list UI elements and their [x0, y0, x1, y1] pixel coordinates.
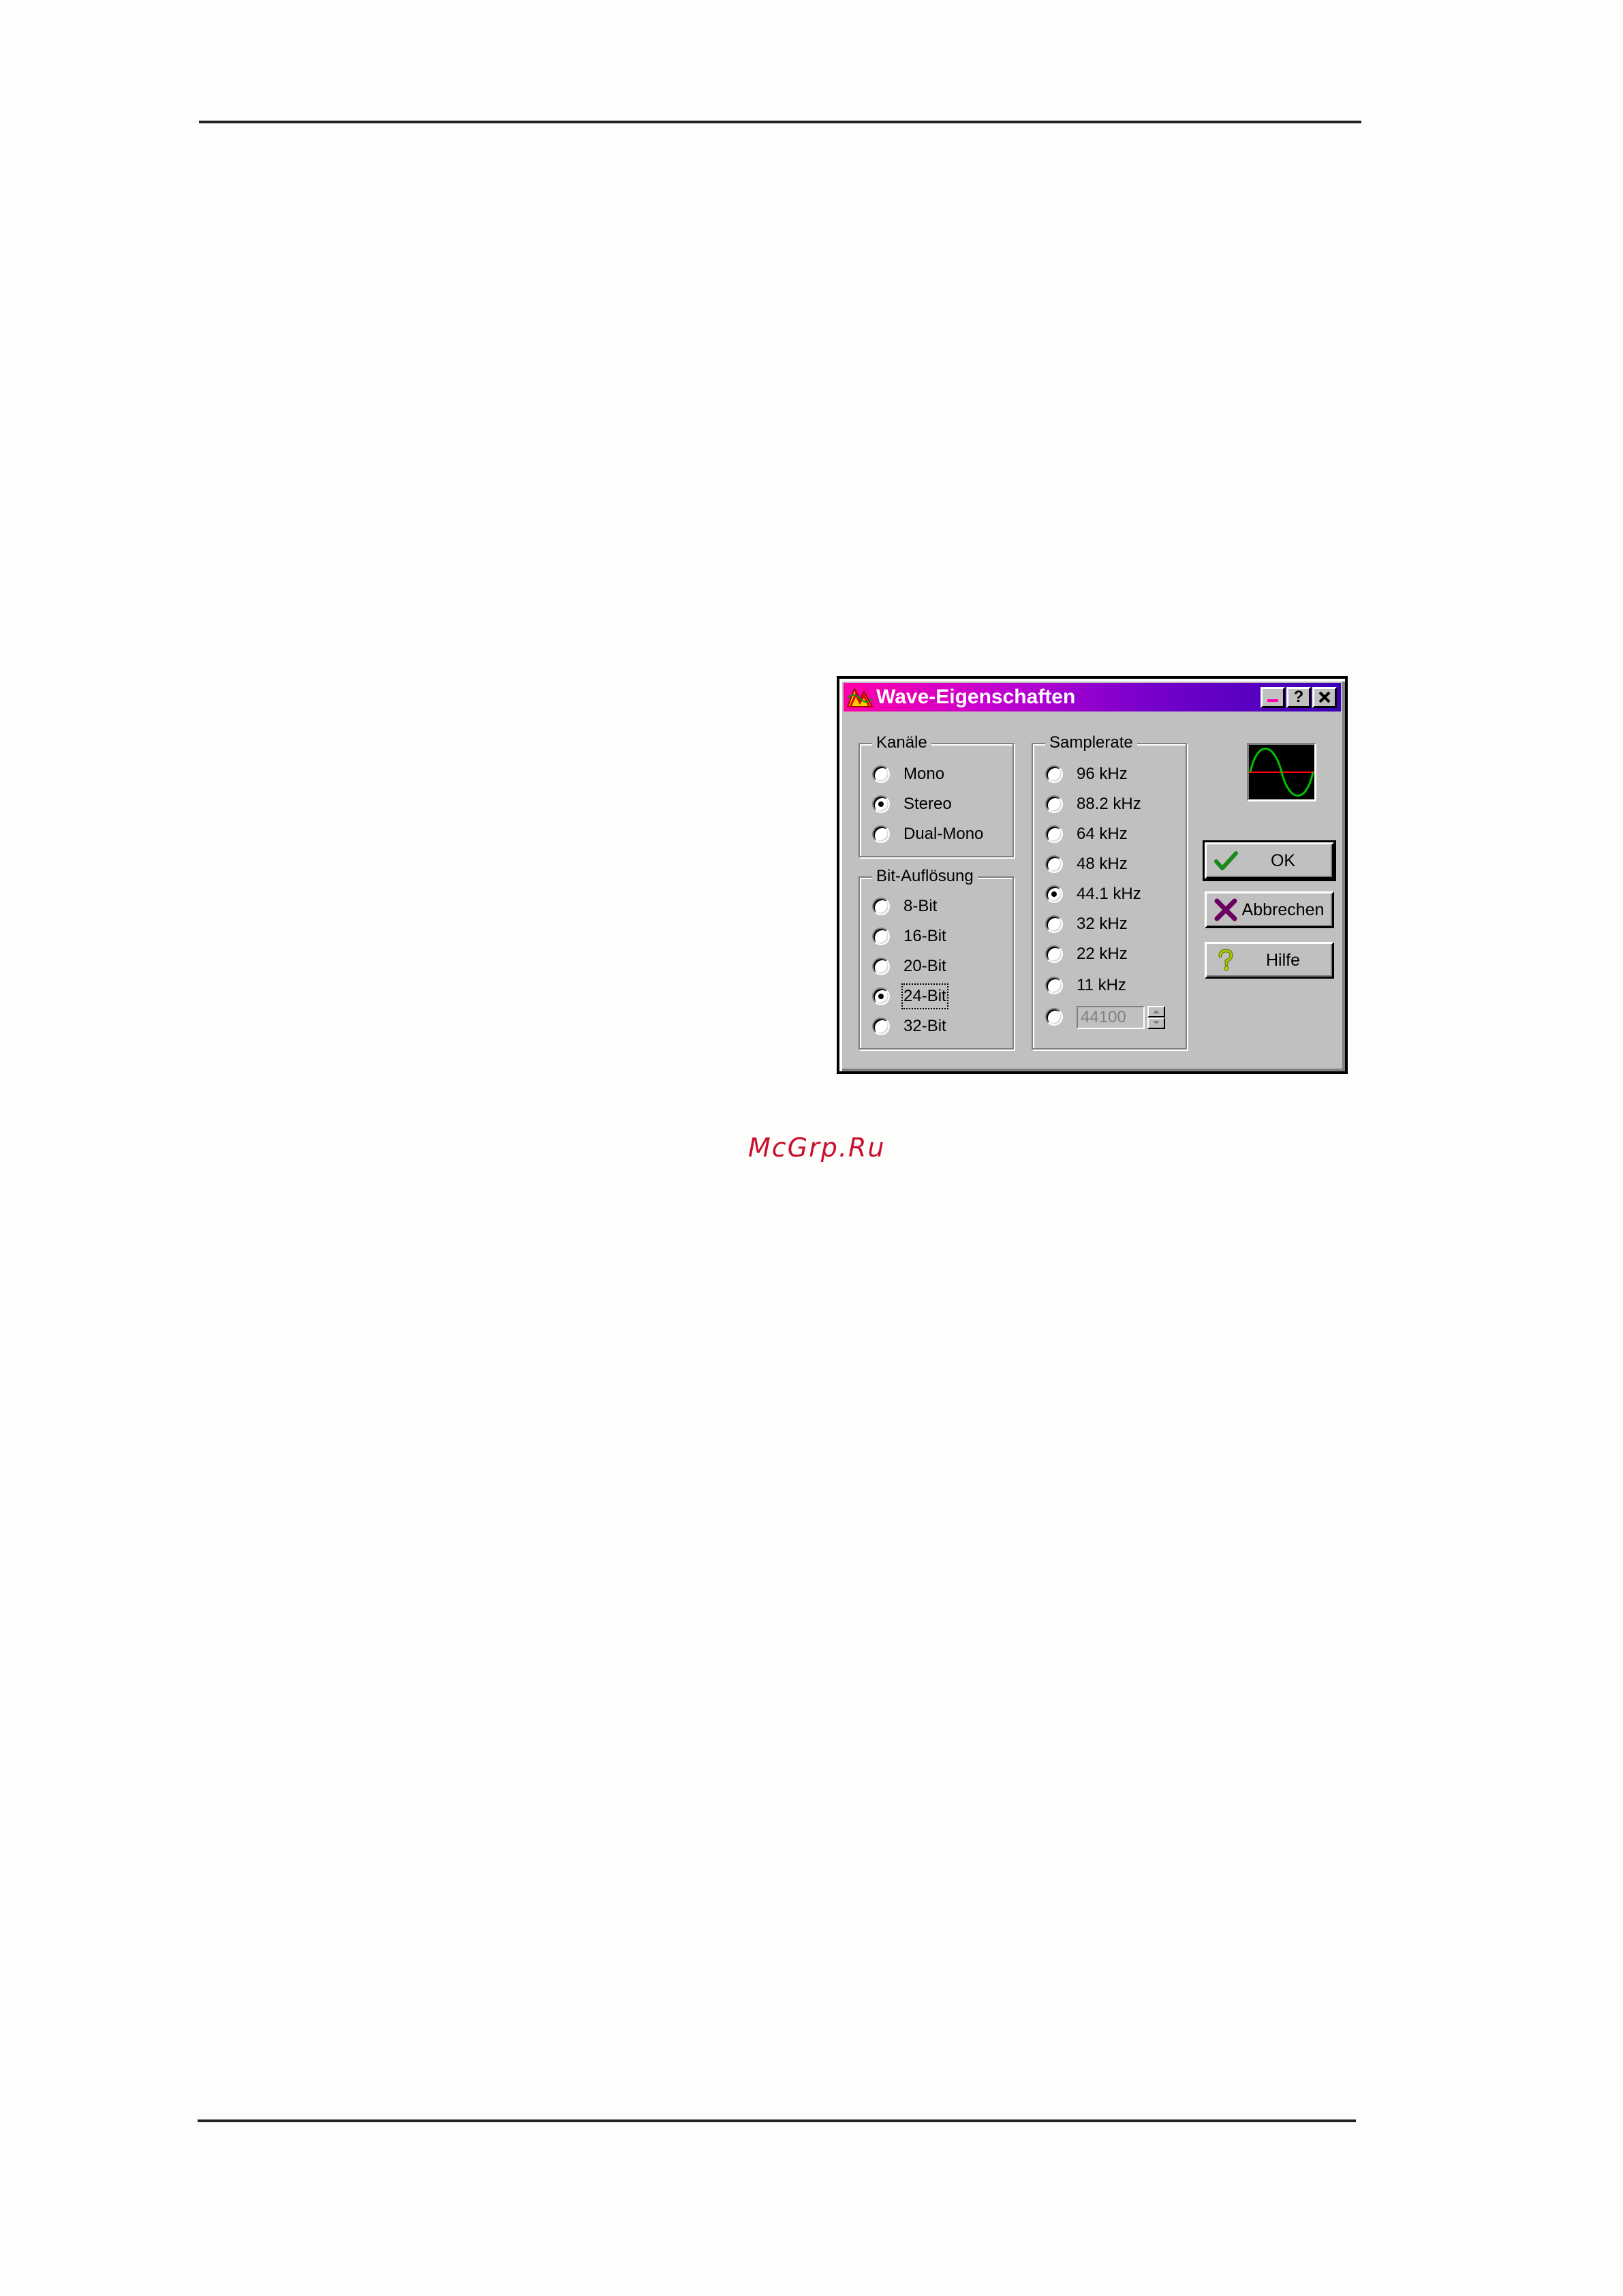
radio-rate-custom[interactable]: 44100 [1045, 1005, 1175, 1029]
channels-group-title: Kanäle [872, 733, 931, 752]
help-button[interactable]: Hilfe [1205, 942, 1334, 979]
cancel-button-label: Abbrechen [1241, 900, 1325, 919]
wave-properties-dialog: Wave-Eigenschaften ? Kanäle Mono Stereo [837, 676, 1348, 1074]
radio-label: 22 kHz [1077, 945, 1128, 963]
radio-button[interactable] [1045, 855, 1063, 873]
radio-label: 11 kHz [1077, 976, 1126, 994]
footer-rule [198, 2119, 1356, 2122]
bit-resolution-group: Bit-Auflösung 8-Bit 16-Bit 20-Bit 24-Bit… [859, 867, 1014, 1050]
bit-resolution-group-title: Bit-Auflösung [872, 867, 978, 886]
radio-button[interactable] [1045, 795, 1063, 813]
help-button-label: Hilfe [1265, 951, 1300, 970]
radio-button[interactable] [872, 958, 890, 975]
app-wave-icon [846, 687, 874, 707]
sample-rate-group: Samplerate 96 kHz 88.2 kHz 64 kHz 48 kHz… [1032, 733, 1187, 1050]
radio-label: 64 kHz [1077, 825, 1128, 843]
radio-label: 88.2 kHz [1077, 795, 1141, 813]
radio-button[interactable] [1045, 765, 1063, 783]
radio-label: 44.1 kHz [1077, 885, 1141, 903]
radio-button[interactable] [872, 825, 890, 843]
radio-button[interactable] [1045, 915, 1063, 933]
radio-label: 20-Bit [903, 957, 946, 975]
help-caption-icon: ? [1293, 688, 1304, 706]
question-mark-icon [1218, 949, 1233, 971]
radio-label: 32-Bit [903, 1017, 946, 1035]
sine-wave-icon [1249, 748, 1314, 797]
dialog-title: Wave-Eigenschaften [876, 686, 1076, 708]
radio-button-selected[interactable] [872, 988, 890, 1005]
radio-label: 8-Bit [903, 897, 938, 915]
radio-button[interactable] [872, 928, 890, 945]
sample-rate-group-title: Samplerate [1045, 733, 1137, 752]
radio-label: Dual-Mono [903, 825, 984, 843]
radio-label: 16-Bit [903, 927, 946, 945]
title-bar[interactable]: Wave-Eigenschaften ? [844, 683, 1341, 711]
radio-button[interactable] [1045, 1008, 1063, 1026]
radio-button-selected[interactable] [1045, 885, 1063, 903]
radio-button[interactable] [872, 898, 890, 915]
minimize-icon [1267, 699, 1278, 702]
waveform-preview [1247, 743, 1316, 801]
radio-label: 48 kHz [1077, 855, 1128, 873]
ok-button[interactable]: OK [1203, 840, 1336, 881]
x-cross-icon [1214, 898, 1237, 921]
header-rule [199, 121, 1361, 123]
watermark-text: McGrp.Ru [748, 1133, 886, 1163]
radio-button[interactable] [1045, 945, 1063, 963]
radio-button-selected[interactable] [872, 795, 890, 813]
radio-label: 96 kHz [1077, 765, 1128, 783]
radio-button[interactable] [872, 1017, 890, 1035]
radio-label-focused: 24-Bit [901, 983, 948, 1009]
radio-button[interactable] [1045, 825, 1063, 843]
close-button[interactable] [1312, 687, 1337, 708]
arrow-down-icon [1153, 1021, 1160, 1024]
spin-down-button[interactable] [1147, 1017, 1165, 1029]
ok-button-label: OK [1270, 851, 1296, 870]
radio-label: 32 kHz [1077, 915, 1128, 933]
custom-sample-rate-input[interactable]: 44100 [1077, 1006, 1145, 1029]
sample-rate-spinner [1147, 1006, 1165, 1029]
minimize-button[interactable] [1261, 687, 1285, 708]
channels-group: Kanäle Mono Stereo Dual-Mono [859, 733, 1014, 857]
close-icon [1318, 691, 1331, 703]
checkmark-icon [1214, 851, 1238, 870]
radio-label: Stereo [903, 795, 952, 813]
arrow-up-icon [1153, 1010, 1160, 1013]
cancel-button[interactable]: Abbrechen [1205, 891, 1334, 928]
spin-up-button[interactable] [1147, 1006, 1165, 1017]
radio-button[interactable] [872, 765, 890, 783]
help-caption-button[interactable]: ? [1286, 687, 1311, 708]
radio-label: Mono [903, 765, 945, 783]
radio-button[interactable] [1045, 977, 1063, 994]
